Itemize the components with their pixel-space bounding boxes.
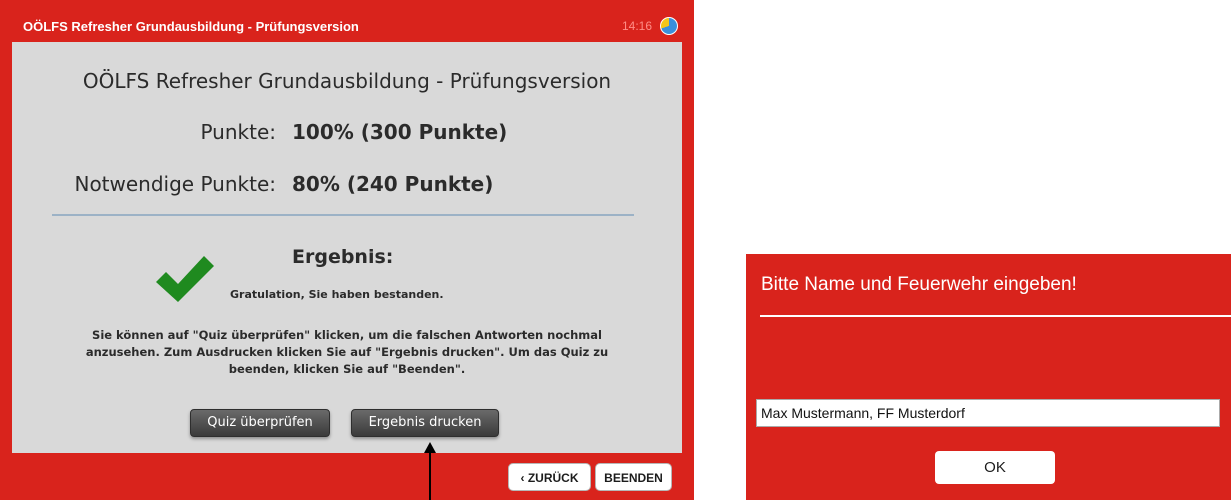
checkmark-icon <box>156 256 214 302</box>
annotation-arrow-line <box>429 448 431 500</box>
finish-button[interactable]: BEENDEN <box>595 463 672 491</box>
instructions-text: Sie können auf "Quiz überprüfen" klicken… <box>85 328 609 376</box>
result-heading: Ergebnis: <box>292 246 394 268</box>
ok-button[interactable]: OK <box>935 451 1055 484</box>
timer-icon <box>660 17 678 35</box>
congratulations-text: Gratulation, Sie haben bestanden. <box>230 288 444 301</box>
divider <box>52 214 634 216</box>
name-input[interactable] <box>756 399 1220 427</box>
window-title: OÖLFS Refresher Grundausbildung - Prüfun… <box>23 19 359 34</box>
points-value: 100% (300 Punkte) <box>292 120 508 144</box>
required-points-value: 80% (240 Punkte) <box>292 172 494 196</box>
quiz-window: OÖLFS Refresher Grundausbildung - Prüfun… <box>0 0 694 500</box>
review-quiz-button[interactable]: Quiz überprüfen <box>190 409 330 437</box>
required-points-label: Notwendige Punkte: <box>74 172 276 196</box>
panel-title: OÖLFS Refresher Grundausbildung - Prüfun… <box>82 69 612 93</box>
name-dialog: Bitte Name und Feuerwehr eingeben! OK <box>746 254 1231 500</box>
back-button-label: ZURÜCK <box>527 471 579 485</box>
quiz-titlebar: OÖLFS Refresher Grundausbildung - Prüfun… <box>12 12 682 42</box>
points-label: Punkte: <box>200 120 276 144</box>
print-result-button[interactable]: Ergebnis drucken <box>351 409 499 437</box>
time-display: 14:16 <box>621 19 652 33</box>
chevron-left-icon: ‹ <box>520 471 528 485</box>
dialog-divider <box>760 315 1231 317</box>
dialog-title: Bitte Name und Feuerwehr eingeben! <box>761 274 1077 295</box>
result-panel: OÖLFS Refresher Grundausbildung - Prüfun… <box>12 42 682 453</box>
back-button[interactable]: ‹ ZURÜCK <box>508 463 591 491</box>
